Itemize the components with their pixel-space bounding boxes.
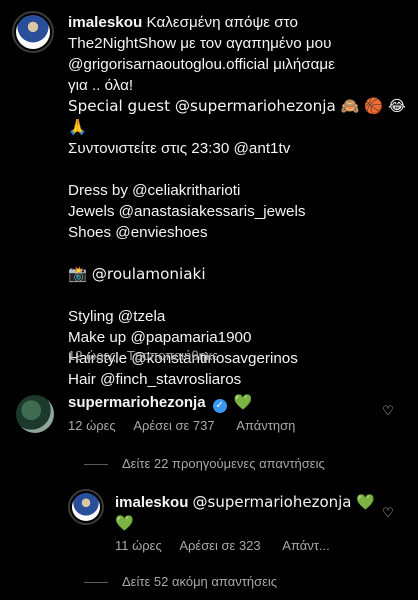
caption-line-6: Συντονιστείτε στις 23:30 @ant1tv bbox=[68, 140, 291, 157]
comment-meta: 12 ώρες Αρέσει σε 737 Απάντηση bbox=[68, 418, 398, 433]
reply-body: imaleskou @supermariohezonja 💚 💚 bbox=[115, 492, 375, 534]
commenter-username[interactable]: supermariohezonja bbox=[68, 394, 206, 411]
caption-line-0: imaleskou Καλεσμένη απόψε στο bbox=[68, 12, 403, 33]
caption-line-14: Styling @tzela bbox=[68, 308, 166, 325]
comment-text: 💚 bbox=[233, 393, 253, 411]
comment-likes[interactable]: Αρέσει σε 737 bbox=[133, 418, 214, 433]
comment-like-heart-icon[interactable]: ♡ bbox=[381, 404, 395, 418]
commenter-avatar[interactable] bbox=[16, 395, 54, 433]
caption-line-4: Special guest @supermariohezonja 🙈 🏀 😂 bbox=[68, 97, 406, 115]
comment-reply-button[interactable]: Απάντηση bbox=[236, 418, 295, 433]
caption-line-15: Make up @papamaria1900 bbox=[68, 329, 252, 346]
reply-line-2: 💚 bbox=[115, 514, 134, 532]
caption-line-9: Jewels @anastasiakessaris_jewels bbox=[68, 203, 306, 220]
view-previous-label: Δείτε 22 προηγούμενες απαντήσεις bbox=[122, 456, 325, 471]
caption-line-1: The2NightShow με τον αγαπημένο μου bbox=[68, 35, 332, 52]
caption-line-5: 🙏 bbox=[68, 118, 87, 136]
reply-meta: 11 ώρες Αρέσει σε 323 Απάντ... bbox=[115, 538, 405, 553]
reply-likes[interactable]: Αρέσει σε 323 bbox=[179, 538, 260, 553]
post-caption: imaleskou Καλεσμένη απόψε στο The2NightS… bbox=[68, 12, 406, 390]
view-more-label: Δείτε 52 ακόμη απαντήσεις bbox=[122, 574, 278, 589]
post-meta: 12 ώρες · Τροποποιήθηκε bbox=[68, 348, 219, 363]
reply-like-heart-icon[interactable]: ♡ bbox=[381, 506, 395, 520]
caption-line-12: 📸 @roulamoniaki bbox=[68, 265, 206, 283]
post-author-avatar[interactable] bbox=[12, 11, 54, 53]
reply-reply-button[interactable]: Απάντ... bbox=[282, 538, 329, 553]
caption-line-2: @grigorisarnaoutoglou.official μιλήσαμε bbox=[68, 56, 335, 73]
avatar-image bbox=[16, 15, 50, 49]
caption-line-8: Dress by @celiakritharioti bbox=[68, 182, 241, 199]
avatar-image bbox=[72, 493, 100, 521]
caption-line-10: Shoes @envieshoes bbox=[68, 224, 208, 241]
view-previous-replies[interactable]: Δείτε 22 προηγούμενες απαντήσεις bbox=[84, 456, 325, 471]
reply-author-avatar[interactable] bbox=[68, 489, 104, 525]
caption-line-17: Hair @finch_stavrosliaros bbox=[68, 371, 242, 388]
reply-time: 11 ώρες bbox=[115, 538, 162, 553]
caption-line-13 bbox=[68, 285, 403, 306]
post-author-username[interactable]: imaleskou bbox=[68, 14, 142, 31]
view-more-replies[interactable]: Δείτε 52 ακόμη απαντήσεις bbox=[84, 574, 277, 589]
reply-text: @supermariohezonja 💚 bbox=[192, 493, 375, 511]
reply-username[interactable]: imaleskou bbox=[115, 494, 188, 511]
comment-time: 12 ώρες bbox=[68, 418, 116, 433]
verified-badge-icon: ✓ bbox=[212, 399, 227, 413]
divider bbox=[84, 582, 108, 584]
comment-body: supermariohezonja ✓ 💚 bbox=[68, 392, 368, 413]
caption-line-7 bbox=[68, 159, 403, 180]
divider bbox=[84, 464, 108, 466]
caption-line-3: για .. όλα! bbox=[68, 77, 134, 94]
caption-text: Καλεσμένη απόψε στο bbox=[146, 14, 298, 31]
caption-line-11 bbox=[68, 243, 403, 264]
reply-line-1: imaleskou @supermariohezonja 💚 bbox=[115, 492, 375, 513]
